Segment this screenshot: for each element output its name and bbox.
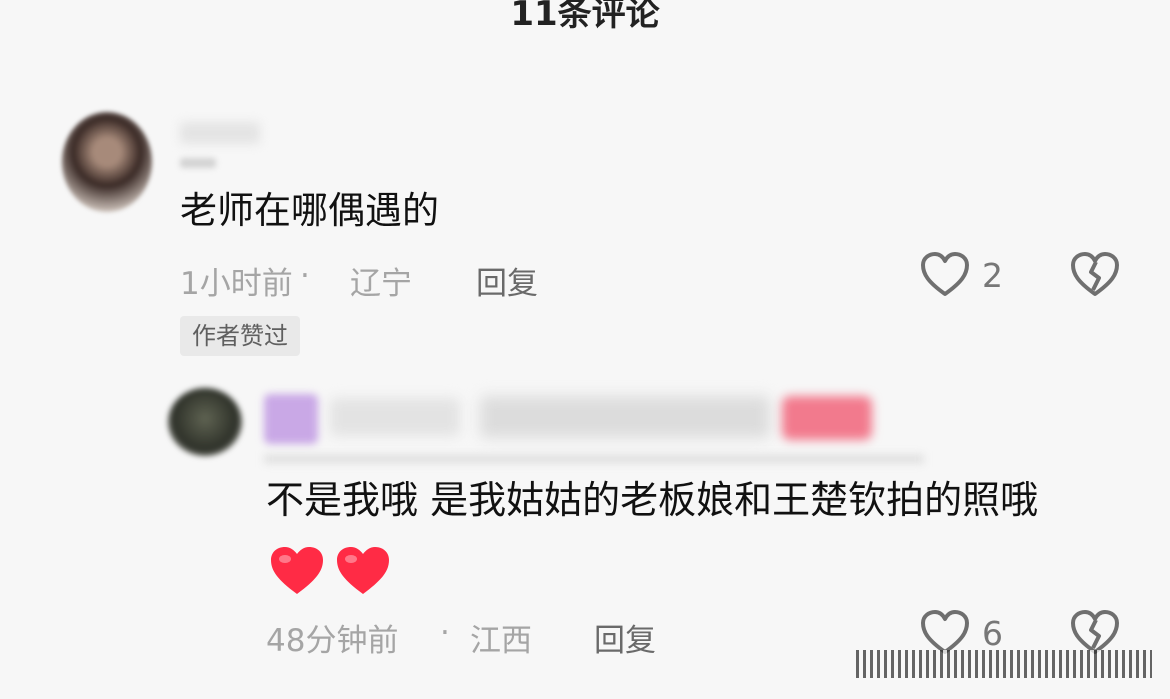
- author-liked-badge: 作者赞过: [180, 316, 300, 356]
- replier-tag-blurred: [782, 396, 872, 440]
- comment-like-button[interactable]: 2: [920, 252, 1003, 298]
- red-heart-emoji-icon: [271, 546, 323, 594]
- commenter-subtitle-blurred: [180, 158, 216, 168]
- replier-avatar[interactable]: [168, 388, 242, 456]
- comment-text: 老师在哪偶遇的: [180, 189, 439, 232]
- reply-time: 48分钟前: [266, 623, 399, 659]
- comment-like-count: 2: [982, 255, 1003, 295]
- comment-reply-button[interactable]: 回复: [476, 258, 538, 303]
- commenter-name-blurred: [180, 122, 260, 144]
- reply-target-blurred: [480, 396, 770, 438]
- heart-outline-icon: [920, 252, 970, 298]
- comment-location: 辽宁: [350, 266, 412, 302]
- replier-name-blurred: [330, 398, 460, 436]
- red-heart-emoji-icon: [337, 546, 389, 594]
- heart-emojis: [268, 545, 392, 597]
- comment-separator: ·: [300, 258, 310, 294]
- comment-dislike-button[interactable]: [1070, 252, 1120, 298]
- reply-comment-text: 不是我哦 是我姑姑的老板娘和王楚钦拍的照哦: [266, 478, 1039, 522]
- commenter-avatar[interactable]: [62, 112, 152, 212]
- reply-header-underline-blurred: [264, 454, 924, 464]
- comments-title: 11条评论: [510, 0, 660, 34]
- replier-badge-blurred: [264, 394, 318, 444]
- reply-separator: ·: [440, 615, 450, 651]
- reply-reply-button[interactable]: 回复: [594, 615, 656, 660]
- watermark-overlay: [856, 650, 1152, 678]
- broken-heart-icon: [1070, 252, 1120, 298]
- reply-comment-body: 不是我哦 是我姑姑的老板娘和王楚钦拍的照哦: [266, 466, 1126, 602]
- reply-location: 江西: [470, 623, 532, 659]
- comment-time: 1小时前: [180, 266, 293, 302]
- reply-like-count: 6: [982, 613, 1003, 653]
